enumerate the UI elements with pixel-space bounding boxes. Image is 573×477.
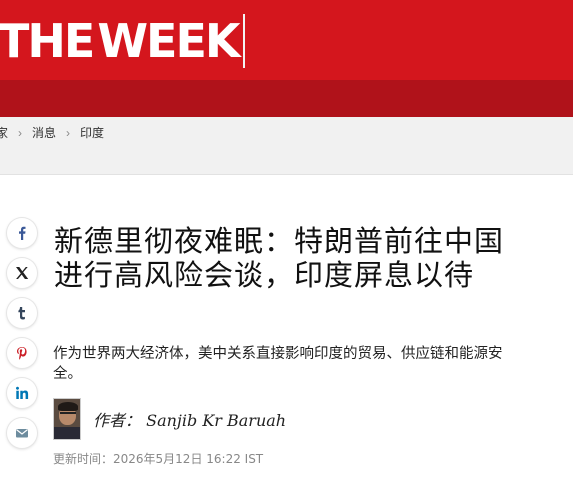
the-week-logo[interactable]: THE WEEK: [0, 14, 245, 68]
author-name[interactable]: Sanjib Kr Baruah: [146, 411, 286, 430]
x-twitter-icon: [15, 266, 29, 280]
breadcrumb-news[interactable]: 消息: [32, 124, 56, 141]
linkedin-icon: [15, 386, 29, 400]
share-linkedin-button[interactable]: [7, 378, 37, 408]
chevron-right-icon: ›: [66, 125, 71, 140]
share-pinterest-button[interactable]: [7, 338, 37, 368]
share-facebook-button[interactable]: [7, 218, 37, 248]
tumblr-icon: [15, 306, 29, 320]
author-block: 作者： Sanjib Kr Baruah: [53, 398, 286, 440]
article-summary: 作为世界两大经济体，美中关系直接影响印度的贸易、供应链和能源安全。: [53, 346, 503, 382]
breadcrumb-home[interactable]: 家: [0, 124, 8, 141]
logo-the-text: THE: [0, 14, 95, 68]
nav-subbar: [0, 80, 573, 117]
pinterest-icon: [15, 346, 29, 360]
masthead: THE WEEK: [0, 0, 573, 80]
byline-label: 作者：: [93, 411, 142, 430]
breadcrumb-india[interactable]: 印度: [80, 124, 104, 141]
share-x-button[interactable]: [7, 258, 37, 288]
share-tumblr-button[interactable]: [7, 298, 37, 328]
article-headline: 新德里彻夜难眠：特朗普前往中国进行高风险会谈，印度屏息以待: [54, 224, 505, 292]
logo-box: THE WEEK: [0, 14, 245, 68]
avatar[interactable]: [53, 398, 81, 440]
share-email-button[interactable]: [7, 418, 37, 448]
logo-week-text: WEEK: [95, 14, 243, 68]
chevron-right-icon: ›: [18, 125, 23, 140]
share-column: [7, 218, 37, 458]
updated-timestamp: 更新时间：2026年5月12日 16:22 IST: [53, 452, 264, 466]
email-icon: [15, 426, 29, 440]
facebook-icon: [15, 226, 29, 240]
byline: 作者： Sanjib Kr Baruah: [93, 407, 286, 431]
breadcrumb-bar: 家 › 消息 › 印度: [0, 117, 573, 175]
breadcrumb: 家 › 消息 › 印度: [0, 124, 104, 141]
